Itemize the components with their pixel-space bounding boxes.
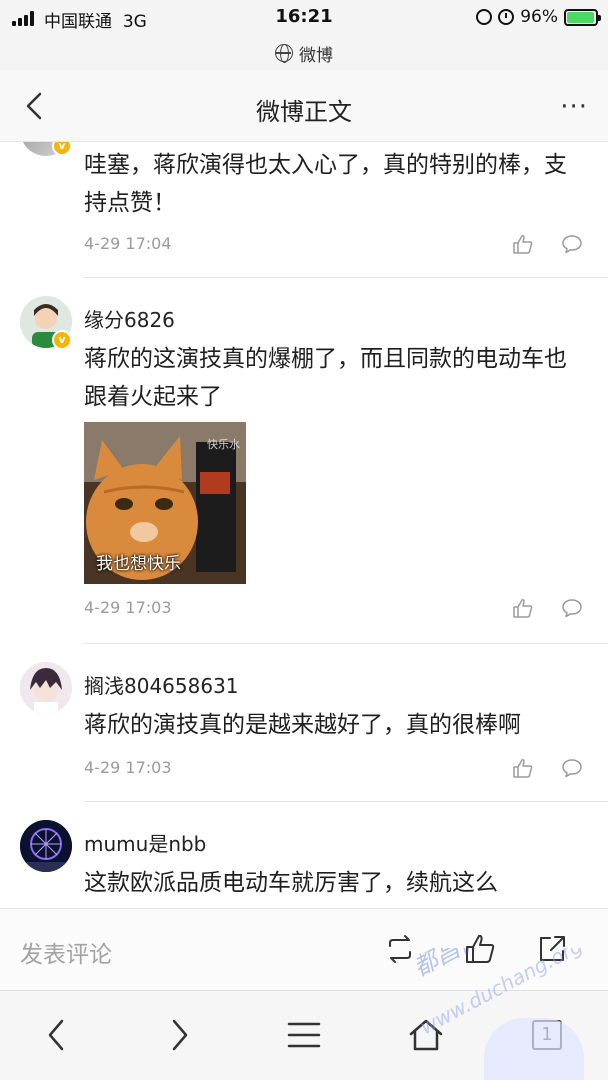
avatar[interactable] [20,662,72,714]
comment-time: 4-29 17:03 [84,758,172,777]
comment-text: 哇塞，蒋欣演得也太入心了，真的特别的棒，支持点赞！ [84,152,567,216]
username[interactable]: mumu是nbb [84,828,206,857]
like-icon[interactable] [512,234,534,254]
comment-item: 搁浅804658631 蒋欣的演技真的是越来越好了，真的很棒啊 4-29 17:… [0,644,608,802]
url-bar[interactable]: 微博 [0,36,608,70]
sticker-watermark: 快乐水 [207,438,240,451]
tabs-count-button[interactable]: 1 [532,1020,562,1050]
share-icon[interactable] [536,933,568,965]
nav-bar: 微博正文 ··· [0,70,608,142]
like-icon[interactable] [512,758,534,778]
comment-text: 蒋欣的这演技真的爆棚了，而且同款的电动车也跟着火起来了 [84,346,567,410]
like-icon[interactable] [464,933,496,965]
like-icon[interactable] [512,598,534,618]
browser-back-icon[interactable] [38,1017,74,1053]
username[interactable]: 搁浅804658631 [84,670,239,699]
globe-icon [275,44,293,63]
comment-item: v 缘分6826 蒋欣的这演技真的爆棚了，而且同款的电动车也跟着火起来了 快乐水… [0,278,608,644]
battery-icon [564,8,601,26]
comment-action-bar: 发表评论 [0,908,608,990]
browser-forward-icon[interactable] [162,1017,198,1053]
verified-badge-icon: v [52,142,72,156]
comment-text: 蒋欣的演技真的是越来越好了，真的很棒啊 [84,712,521,738]
browser-toolbar [0,990,608,1080]
alarm-icon [498,9,515,25]
sticker-caption: 我也想快乐 [96,554,181,574]
reply-icon[interactable] [561,598,583,618]
avatar[interactable] [20,820,72,872]
reply-icon[interactable] [561,234,583,254]
battery-percent: 96% [520,7,558,27]
menu-icon[interactable] [286,1017,322,1053]
verified-badge-icon: v [52,330,72,350]
home-icon[interactable] [408,1017,444,1053]
site-name: 微博 [299,45,333,66]
comment-sticker-image[interactable]: 快乐水 我也想快乐 [84,422,246,584]
comment-time: 4-29 17:03 [84,598,172,617]
reply-icon[interactable] [561,758,583,778]
more-options-button[interactable]: ··· [560,92,588,122]
repost-icon[interactable] [384,933,416,965]
page-title: 微博正文 [256,98,352,126]
comment-text: 这款欧派品质电动车就厉害了，续航这么 [84,870,498,896]
comment-time: 4-29 17:04 [84,234,172,253]
status-bar: 中国联通 3G 16:21 96% [0,0,608,36]
comment-feed[interactable]: v 哇塞，蒋欣演得也太入心了，真的特别的棒，支持点赞！ 4-29 17:04 v… [0,142,608,908]
status-right: 96% [476,7,601,27]
comment-item: mumu是nbb 这款欧派品质电动车就厉害了，续航这么 [0,802,608,908]
comment-input[interactable]: 发表评论 [20,935,112,969]
comment-item: v 哇塞，蒋欣演得也太入心了，真的特别的棒，支持点赞！ 4-29 17:04 [0,142,608,278]
rotation-lock-icon [476,9,493,25]
username[interactable]: 缘分6826 [84,304,175,333]
